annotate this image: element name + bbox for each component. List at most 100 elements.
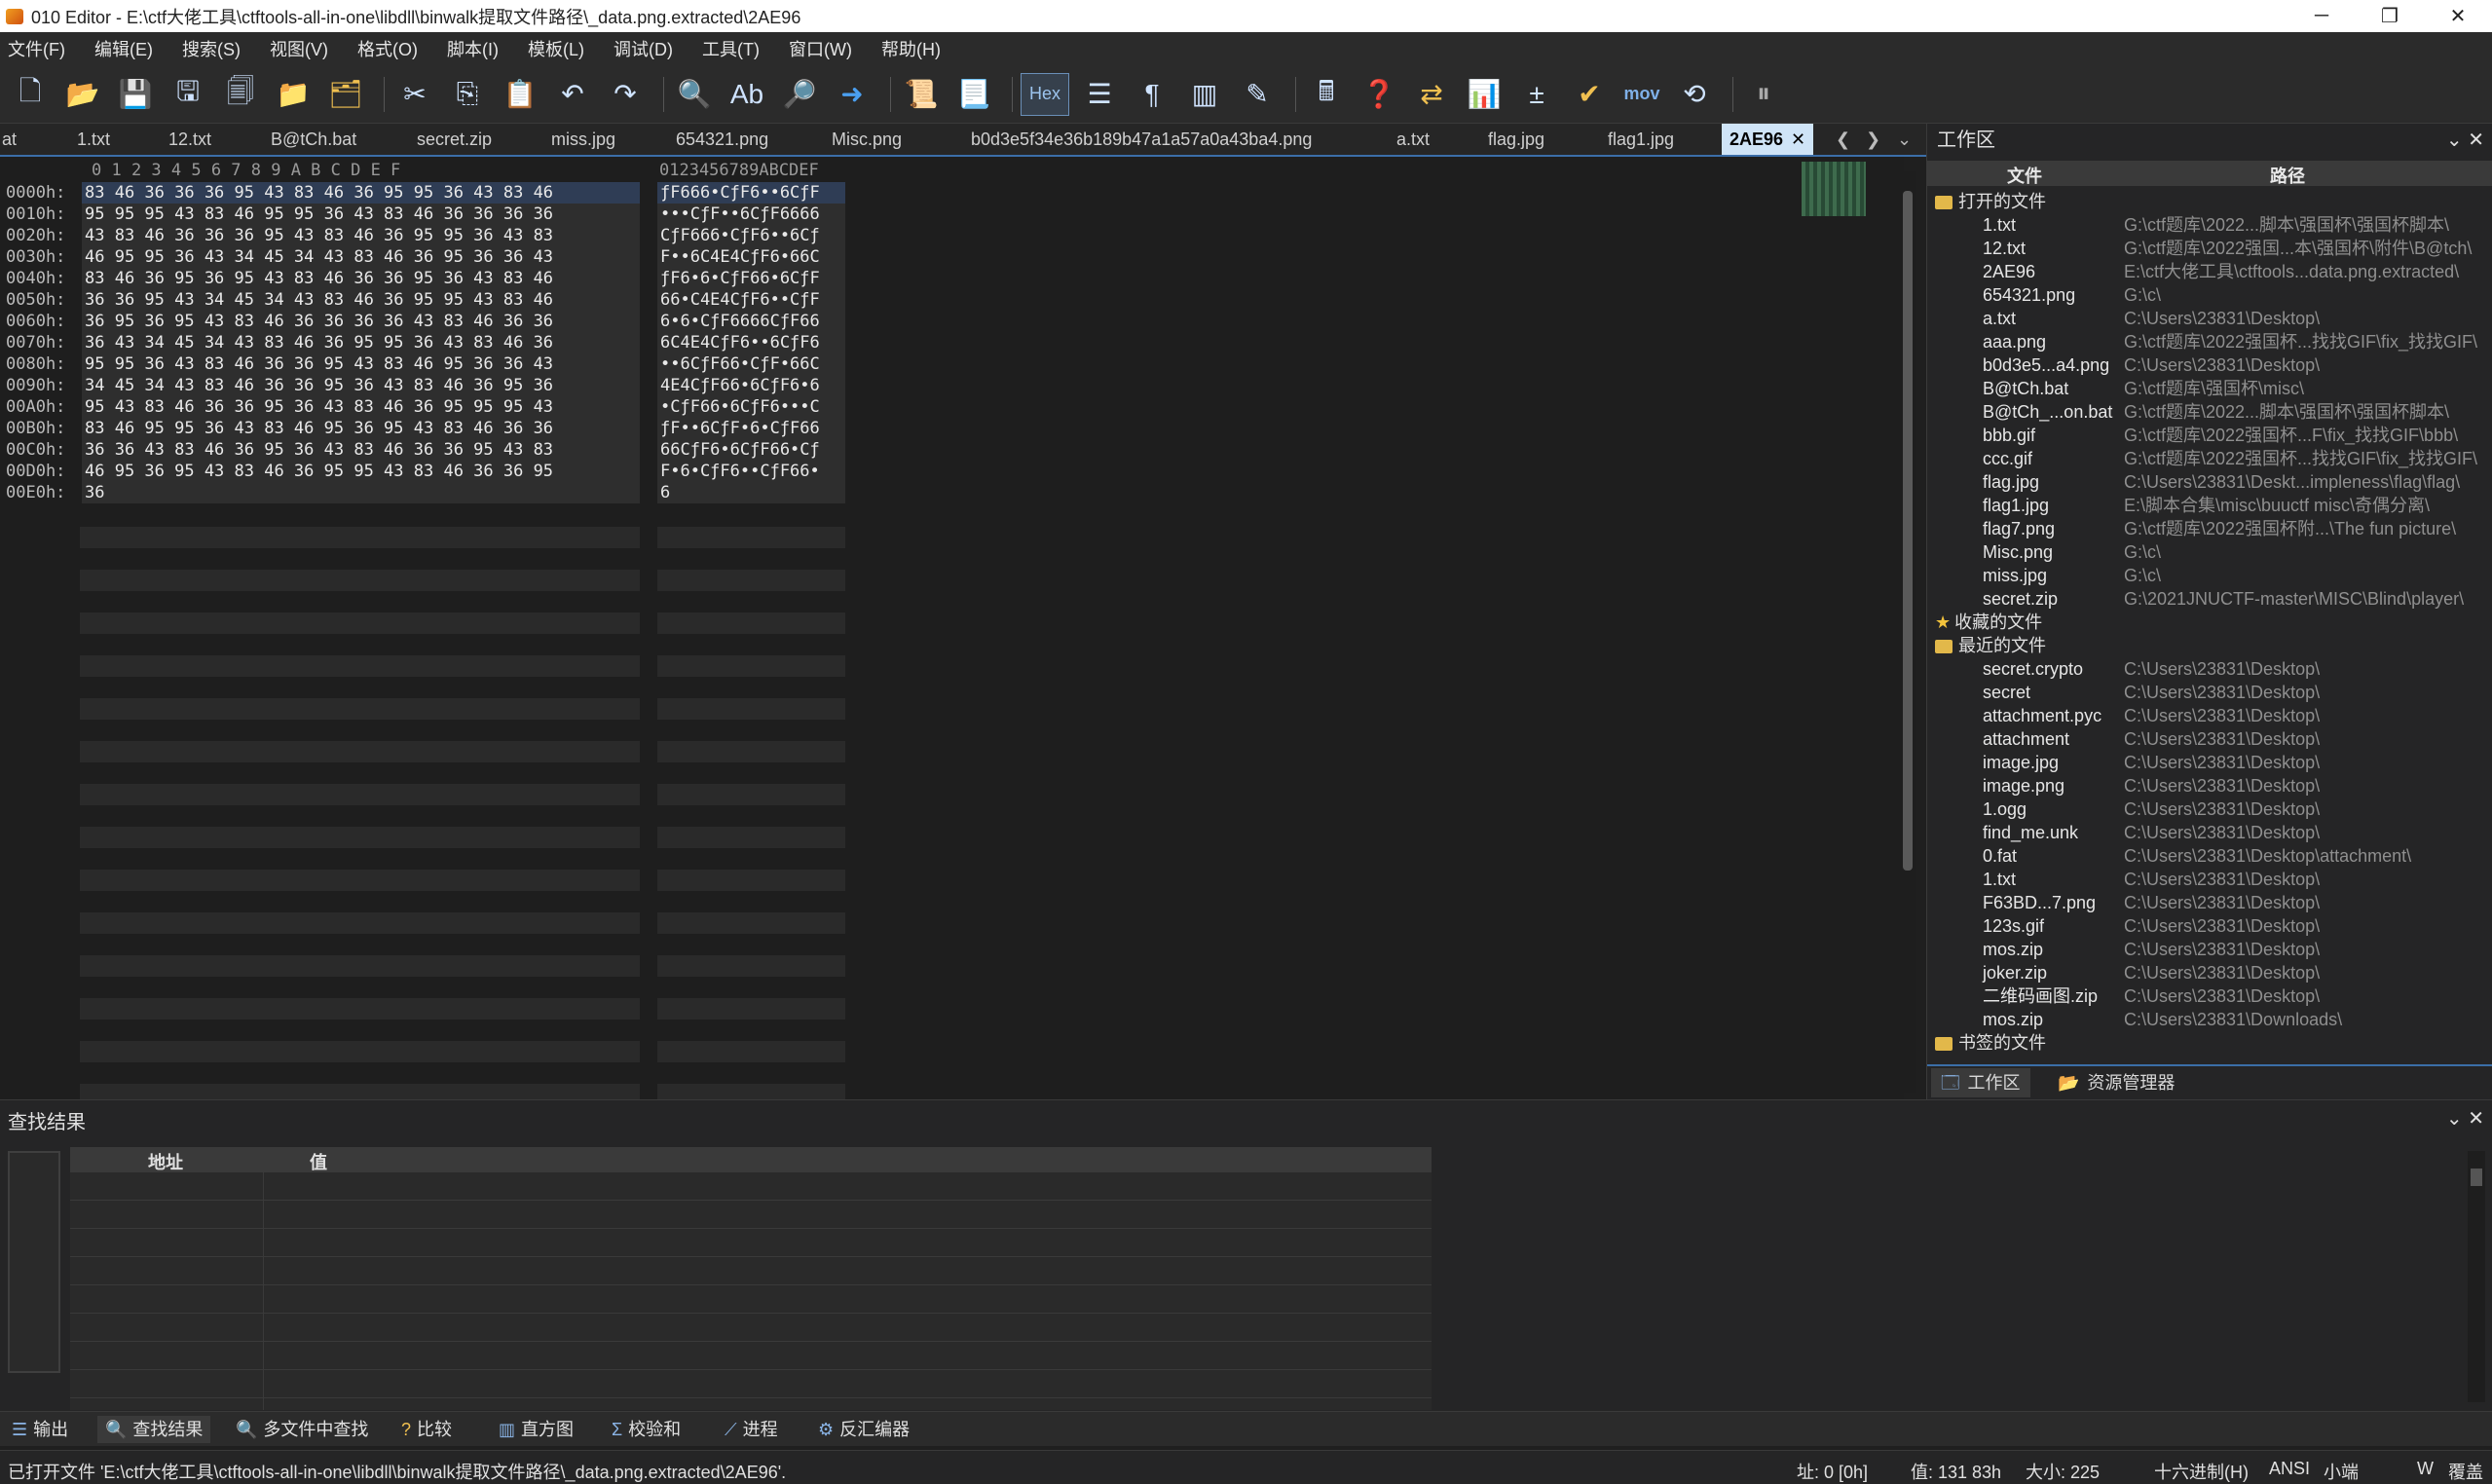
workspace-file-row[interactable]: flag.jpg C:\Users\23831\Deskt...impleness… (1927, 470, 2492, 494)
workspace-file-row[interactable]: 123s.gif C:\Users\23831\Desktop\ (1927, 914, 2492, 938)
hex-row-chars[interactable]: 66CƒF6•6CƒF66•Cƒ (657, 439, 845, 461)
tab-output[interactable]: ☰ 输出 (12, 1416, 68, 1443)
scrollbar-thumb[interactable] (1903, 191, 1913, 871)
menu-format[interactable]: 格式(O) (357, 36, 418, 61)
hex-row-bytes[interactable]: 36 43 34 45 34 43 83 46 36 95 95 36 43 8… (82, 332, 640, 353)
columns-icon[interactable]: ▥ (1182, 73, 1227, 116)
tab-flag1-jpg[interactable]: flag1.jpg (1608, 124, 1674, 155)
hex-row-chars[interactable]: ƒF••6CƒF•6•CƒF66 (657, 418, 845, 439)
open-folder-icon[interactable]: 📁 (271, 73, 316, 116)
tab-flag-jpg[interactable]: flag.jpg (1488, 124, 1544, 155)
tab-at[interactable]: at (2, 124, 17, 155)
workspace-file-row[interactable]: bbb.gif G:\ctf题库\2022强国杯...F\fix_找找GIF\bb… (1927, 424, 2492, 447)
hex-row-bytes[interactable]: 36 36 43 83 46 36 95 36 43 83 46 36 36 9… (82, 439, 640, 461)
redo-icon[interactable]: ↷ (603, 73, 648, 116)
goto-icon[interactable]: ➜ (830, 73, 874, 116)
status-mode[interactable]: 十六进制(H) (2154, 1459, 2249, 1484)
status-endian[interactable]: 小端 (2324, 1459, 2359, 1484)
workspace-file-row[interactable]: secret.crypto C:\Users\23831\Desktop\ (1927, 657, 2492, 681)
status-encoding[interactable]: ANSI (2269, 1459, 2310, 1479)
maximize-button[interactable]: ❐ (2356, 0, 2424, 32)
cut-icon[interactable]: ✂ (392, 73, 437, 116)
workspace-file-row[interactable]: B@tCh_...on.bat G:\ctf题库\2022...脚本\强国杯\强国… (1927, 400, 2492, 424)
hex-row-bytes[interactable]: 95 95 36 43 83 46 36 36 95 43 83 46 95 3… (82, 353, 640, 375)
status-overwrite[interactable]: 覆盖 (2448, 1459, 2483, 1484)
hex-row[interactable]: 0070h: 36 43 34 45 34 43 83 46 36 95 95 3… (0, 332, 857, 353)
workspace-file-row[interactable]: secret.zip G:\2021JNUCTF-master\MISC\Blin… (1927, 587, 2492, 611)
workspace-file-row[interactable]: flag1.jpg E:\脚本合集\misc\buuctf misc\奇偶分离\ (1927, 494, 2492, 517)
hex-row-bytes[interactable]: 95 43 83 46 36 36 95 36 43 83 46 36 95 9… (82, 396, 640, 418)
workspace-file-row[interactable]: miss.jpg G:\c\ (1927, 564, 2492, 587)
col-address[interactable]: 地址 (148, 1149, 183, 1174)
copy-icon[interactable]: ⎘ (445, 73, 490, 116)
workspace-file-row[interactable]: Misc.png G:\c\ (1927, 540, 2492, 564)
workspace-file-row[interactable]: B@tCh.bat G:\ctf题库\强国杯\misc\ (1927, 377, 2492, 400)
workspace-file-row[interactable]: 1.ogg C:\Users\23831\Desktop\ (1927, 798, 2492, 821)
hex-minimap[interactable] (1802, 162, 1866, 216)
find-results-controls[interactable]: ⌄ ✕ (2446, 1106, 2484, 1131)
hex-row-chars[interactable]: •CƒF66•6CƒF6•••C (657, 396, 845, 418)
tab-a-txt[interactable]: a.txt (1396, 124, 1430, 155)
hex-row-chars[interactable]: F•6•CƒF6••CƒF66• (657, 461, 845, 482)
hex-row-bytes[interactable]: 36 95 36 95 43 83 46 36 36 36 36 43 83 4… (82, 311, 640, 332)
menu-tools[interactable]: 工具(T) (702, 36, 760, 61)
text-mode-icon[interactable]: ☰ (1077, 73, 1122, 116)
hex-row-chars[interactable]: 6 (657, 482, 845, 503)
tab-batch-bat[interactable]: B@tCh.bat (271, 124, 356, 155)
hex-row-bytes[interactable]: 83 46 36 36 36 95 43 83 46 36 95 95 36 4… (82, 182, 640, 204)
run-script-icon[interactable]: 📜 (899, 73, 944, 116)
hex-row-bytes[interactable]: 46 95 36 95 43 83 46 36 95 95 43 83 46 3… (82, 461, 640, 482)
workspace-file-row[interactable]: attachment.pyc C:\Users\23831\Desktop\ (1927, 704, 2492, 727)
workspace-file-row[interactable]: mos.zip C:\Users\23831\Downloads\ (1927, 1008, 2492, 1031)
pause-icon[interactable]: ⏸ (1741, 73, 1786, 116)
workspace-file-row[interactable]: 二维码画图.zip C:\Users\23831\Desktop\ (1927, 984, 2492, 1008)
tab-next-icon[interactable]: ❯ (1866, 124, 1880, 155)
workspace-file-row[interactable]: 2AE96 E:\ctf大佬工具\ctftools...data.png.extr… (1927, 260, 2492, 283)
menu-file[interactable]: 文件(F) (8, 36, 65, 61)
compare-icon[interactable]: ⇄ (1409, 73, 1454, 116)
hex-row[interactable]: 00E0h: 36 6 (0, 482, 857, 503)
tab-process[interactable]: ⟋ 进程 (725, 1416, 778, 1443)
hex-row-bytes[interactable]: 46 95 95 36 43 34 45 34 43 83 46 36 95 3… (82, 246, 640, 268)
hex-row[interactable]: 0080h: 95 95 36 43 83 46 36 36 95 43 83 4… (0, 353, 857, 375)
menu-script[interactable]: 脚本(I) (447, 36, 499, 61)
tab-secret-zip[interactable]: secret.zip (417, 124, 492, 155)
tab-12-txt[interactable]: 12.txt (168, 124, 211, 155)
hex-row[interactable]: 00C0h: 36 36 43 83 46 36 95 36 43 83 46 3… (0, 439, 857, 461)
tab-find-results[interactable]: 🔍 查找结果 (97, 1416, 211, 1443)
open-file-icon[interactable]: 📂 (60, 73, 105, 116)
menu-debug[interactable]: 调试(D) (614, 36, 673, 61)
workspace-file-row[interactable]: mos.zip C:\Users\23831\Desktop\ (1927, 938, 2492, 961)
run-template-icon[interactable]: 📃 (951, 73, 996, 116)
tab-misc-png[interactable]: Misc.png (832, 124, 902, 155)
tab-compare[interactable]: ? 比较 (401, 1416, 452, 1443)
hex-row[interactable]: 0030h: 46 95 95 36 43 34 45 34 43 83 46 3… (0, 246, 857, 268)
tab-disassembler[interactable]: ⚙ 反汇编器 (818, 1416, 910, 1443)
hex-row[interactable]: 0010h: 95 95 95 43 83 46 95 95 36 43 83 4… (0, 204, 857, 225)
workspace-controls[interactable]: ⌄ ✕ (2446, 124, 2484, 157)
status-insert[interactable]: W (2417, 1459, 2434, 1479)
menu-help[interactable]: 帮助(H) (881, 36, 941, 61)
hex-row-bytes[interactable]: 43 83 46 36 36 36 95 43 83 46 36 95 95 3… (82, 225, 640, 246)
tab-1-txt[interactable]: 1.txt (77, 124, 110, 155)
workspace-file-row[interactable]: b0d3e5...a4.png C:\Users\23831\Desktop\ (1927, 353, 2492, 377)
workspace-group-recent[interactable]: 最近的文件 (1927, 634, 2492, 657)
find-results-table[interactable]: 地址 值 (70, 1147, 1432, 1410)
hex-row[interactable]: 0090h: 34 45 34 43 83 46 36 36 95 36 43 8… (0, 375, 857, 396)
tab-histogram[interactable]: ▥ 直方图 (499, 1416, 574, 1443)
tab-list-icon[interactable]: ⌄ (1897, 124, 1912, 155)
paste-icon[interactable]: 📋 (498, 73, 542, 116)
hex-row-chars[interactable]: ƒF6•6•CƒF66•6CƒF (657, 268, 845, 289)
hex-row-bytes[interactable]: 36 (82, 482, 640, 503)
check-icon[interactable]: ✔ (1567, 73, 1612, 116)
workspace-file-row[interactable]: 1.txt G:\ctf题库\2022...脚本\强国杯\强国杯脚本\ (1927, 213, 2492, 237)
hex-row[interactable]: 0060h: 36 95 36 95 43 83 46 36 36 36 36 4… (0, 311, 857, 332)
hex-row[interactable]: 0000h: 83 46 36 36 36 95 43 83 46 36 95 9… (0, 182, 857, 204)
close-window-button[interactable]: ✕ (2424, 0, 2492, 32)
hex-row[interactable]: 00D0h: 46 95 36 95 43 83 46 36 95 95 43 8… (0, 461, 857, 482)
workspace-col-file[interactable]: 文件 (2007, 163, 2042, 188)
hex-row[interactable]: 0040h: 83 46 36 95 36 95 43 83 46 36 36 9… (0, 268, 857, 289)
workspace-file-row[interactable]: 654321.png G:\c\ (1927, 283, 2492, 307)
workspace-file-row[interactable]: a.txt C:\Users\23831\Desktop\ (1927, 307, 2492, 330)
workspace-col-path[interactable]: 路径 (2270, 163, 2305, 188)
